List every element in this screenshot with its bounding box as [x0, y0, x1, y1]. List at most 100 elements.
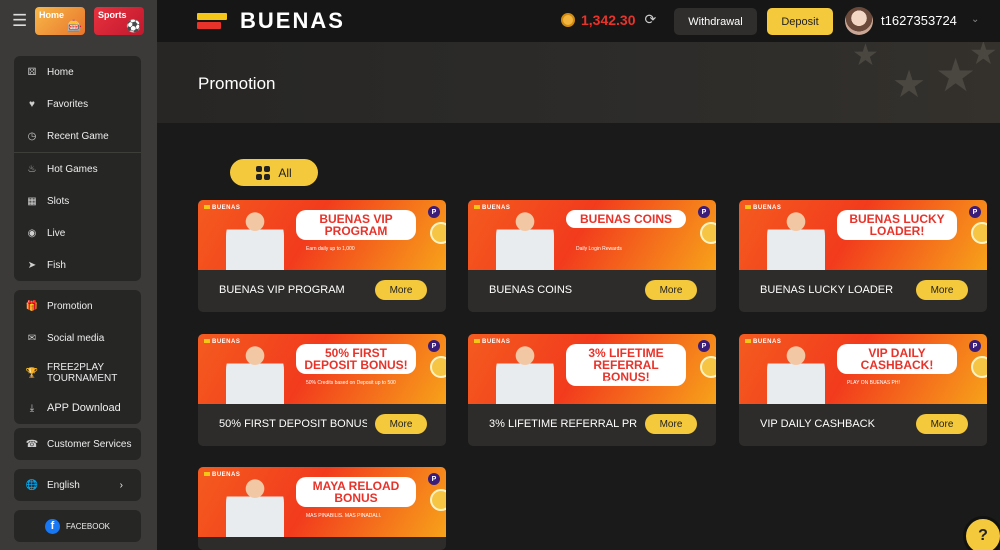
sidebar-item-slots[interactable]: ▦ Slots: [14, 185, 141, 217]
more-button[interactable]: More: [916, 414, 968, 434]
globe-icon: 🌐: [25, 479, 39, 491]
sidebar-item-label: Slots: [47, 195, 70, 207]
quick-home-button[interactable]: Home 🎰: [35, 7, 85, 35]
live-icon: ◉: [27, 227, 37, 239]
coin-icon: [971, 222, 987, 244]
banner-logo: BUENAS: [204, 339, 240, 345]
paymaya-icon: P: [969, 206, 981, 218]
facebook-icon: f: [44, 518, 60, 534]
banner-subtitle: PLAY ON BUENAS PH!: [847, 380, 900, 386]
facebook-row[interactable]: f FACEBOOK: [14, 510, 141, 542]
brand-logo[interactable]: BUENAS: [197, 8, 345, 34]
language-selector[interactable]: 🌐 English ›: [14, 469, 141, 501]
paymaya-icon: P: [698, 340, 710, 352]
grid-icon: [256, 165, 271, 180]
logo-mark-icon: [197, 12, 227, 30]
username[interactable]: t1627353724: [881, 13, 957, 28]
download-icon: ⤓: [29, 402, 35, 414]
sidebar: ☰ Home 🎰 Sports ⚽ ⚄ Home ♥ Favorites ◷ Rece…: [0, 0, 157, 550]
more-button[interactable]: More: [645, 280, 697, 300]
more-button[interactable]: More: [375, 280, 427, 300]
more-button[interactable]: More: [375, 414, 427, 434]
avatar[interactable]: [845, 7, 873, 35]
main-content: Promotion ★ ★ ★ ★ All BUENAS P BUENAS VI…: [157, 42, 1000, 550]
promo-person-image: [226, 208, 284, 270]
banner-subtitle: Daily Login Rewards: [576, 246, 622, 252]
banner-title: BUENAS COINS: [566, 210, 686, 228]
sidebar-item-social-media[interactable]: ✉ Social media: [14, 322, 141, 354]
promo-person-image: [496, 208, 554, 270]
sidebar-item-fish[interactable]: ➤ Fish: [14, 249, 141, 281]
facebook-label: FACEBOOK: [65, 521, 110, 531]
more-button[interactable]: More: [645, 414, 697, 434]
facebook-link[interactable]: f FACEBOOK: [14, 510, 141, 542]
gift-icon: 🎁: [25, 300, 39, 312]
banner-title: 50% FIRST DEPOSIT BONUS!: [296, 344, 416, 374]
sidebar-group-support: ☎ Customer Services: [14, 428, 141, 460]
promo-banner-image[interactable]: BUENAS P BUENAS LUCKY LOADER!: [739, 200, 987, 270]
promo-person-image: [496, 342, 554, 404]
promo-banner-image[interactable]: BUENAS P BUENAS VIP PROGRAM Earn daily u…: [198, 200, 446, 270]
promo-card[interactable]: BUENAS P BUENAS LUCKY LOADER! BUENAS LUC…: [739, 200, 987, 312]
promo-banner-image[interactable]: BUENAS P VIP DAILY CASHBACK! PLAY ON BUE…: [739, 334, 987, 404]
slot-machine-icon: 🎰: [67, 19, 82, 33]
sidebar-item-app-download[interactable]: ⤓ APP Download: [14, 392, 141, 424]
logo-text: BUENAS: [240, 8, 345, 33]
sidebar-item-label: Home: [47, 66, 74, 78]
promo-card[interactable]: BUENAS P 3% LIFETIME REFERRAL BONUS! PLA…: [468, 334, 716, 446]
quick-home-label: Home: [39, 10, 65, 20]
promo-name: 50% FIRST DEPOSIT BONUS: [219, 418, 367, 430]
sidebar-item-favorites[interactable]: ♥ Favorites: [14, 88, 141, 120]
sidebar-item-label: Live: [47, 227, 66, 239]
promo-card[interactable]: BUENAS P 50% FIRST DEPOSIT BONUS! 50% Cr…: [198, 334, 446, 446]
promo-banner-image[interactable]: BUENAS P 50% FIRST DEPOSIT BONUS! 50% Cr…: [198, 334, 446, 404]
top-header: BUENAS 1,342.30 ⟳ Withdrawal Deposit t16…: [157, 0, 1000, 42]
language-row[interactable]: 🌐 English ›: [14, 469, 141, 501]
balance-display: 1,342.30 ⟳: [561, 11, 656, 28]
more-button[interactable]: More: [916, 280, 968, 300]
sidebar-item-promotion[interactable]: 🎁 Promotion: [14, 290, 141, 322]
coin-icon: [430, 489, 446, 511]
promo-banner-image[interactable]: BUENAS P BUENAS COINS Daily Login Reward…: [468, 200, 716, 270]
promo-card[interactable]: BUENAS P BUENAS VIP PROGRAM Earn daily u…: [198, 200, 446, 312]
banner-subtitle: PLAY ON BUENAS PH!: [576, 380, 629, 386]
sidebar-group-games: ⚄ Home ♥ Favorites ◷ Recent Game ♨ Hot Games…: [14, 56, 141, 281]
promo-card[interactable]: BUENAS P BUENAS COINS Daily Login Reward…: [468, 200, 716, 312]
sidebar-item-hot-games[interactable]: ♨ Hot Games: [14, 153, 141, 185]
sidebar-item-label: Recent Game: [47, 130, 109, 142]
sidebar-item-label: Customer Services: [47, 438, 132, 450]
star-decoration-icon: ★: [892, 64, 927, 106]
help-chat-button[interactable]: ?: [963, 516, 1000, 550]
promo-banner-image[interactable]: BUENAS P 3% LIFETIME REFERRAL BONUS! PLA…: [468, 334, 716, 404]
menu-icon[interactable]: ☰: [12, 11, 27, 31]
star-decoration-icon: ★: [852, 42, 879, 72]
sidebar-item-recent-game[interactable]: ◷ Recent Game: [14, 120, 141, 152]
quick-sports-button[interactable]: Sports ⚽: [94, 7, 144, 35]
fish-icon: ➤: [27, 259, 37, 271]
deposit-button[interactable]: Deposit: [767, 8, 833, 35]
coin-icon: [971, 356, 987, 378]
sidebar-group-extras: 🎁 Promotion ✉ Social media 🏆 FREE2PLAY TOUR…: [14, 290, 141, 424]
chevron-down-icon[interactable]: ⌄: [971, 14, 979, 25]
banner-logo: BUENAS: [745, 205, 781, 211]
sidebar-item-customer-services[interactable]: ☎ Customer Services: [14, 428, 141, 460]
banner-subtitle: 50% Credits based on Deposit up to 500: [306, 380, 396, 386]
promo-banner-image[interactable]: BUENAS P MAYA RELOAD BONUS MAS PINABILIS…: [198, 467, 446, 537]
sidebar-item-free2play[interactable]: 🏆 FREE2PLAY TOURNAMENT: [14, 354, 141, 392]
withdrawal-button[interactable]: Withdrawal: [674, 8, 757, 35]
sidebar-item-live[interactable]: ◉ Live: [14, 217, 141, 249]
paymaya-icon: P: [698, 206, 710, 218]
sidebar-item-home[interactable]: ⚄ Home: [14, 56, 141, 88]
page-title: Promotion: [198, 74, 276, 93]
promo-card[interactable]: BUENAS P VIP DAILY CASHBACK! PLAY ON BUE…: [739, 334, 987, 446]
chevron-right-icon: ›: [119, 479, 123, 491]
banner-title: VIP DAILY CASHBACK!: [837, 344, 957, 374]
promo-card[interactable]: BUENAS P MAYA RELOAD BONUS MAS PINABILIS…: [198, 467, 446, 550]
refresh-icon[interactable]: ⟳: [645, 11, 657, 28]
sidebar-item-label: Fish: [47, 259, 66, 271]
promo-name: BUENAS COINS: [489, 284, 573, 296]
banner-logo: BUENAS: [474, 339, 510, 345]
soccer-ball-icon: ⚽: [126, 19, 141, 33]
filter-all-button[interactable]: All: [230, 159, 318, 186]
sidebar-item-label: FREE2PLAY TOURNAMENT: [47, 362, 118, 384]
